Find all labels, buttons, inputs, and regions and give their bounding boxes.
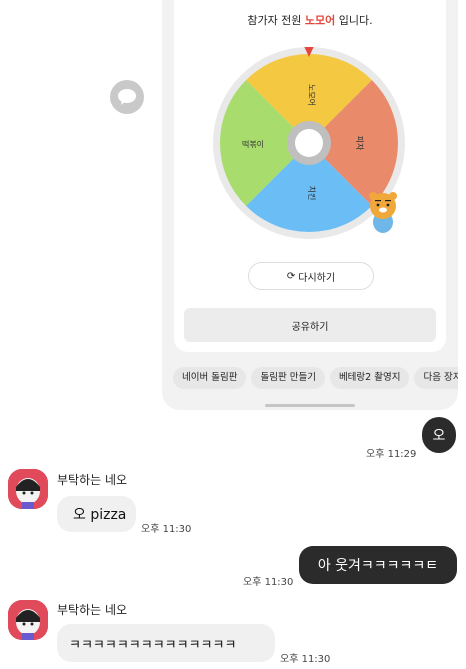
segment-label-pizza: 피자 [355,136,364,151]
segment-label-tteokbokki: 떡볶이 [242,139,264,149]
segment-label-chicken: 치킨 [307,186,317,201]
sender-name: 부탁하는 네오 [57,473,128,487]
refresh-icon: ⟳ [286,270,296,282]
neo-avatar-icon [8,600,48,640]
message-time: 오후 11:29 [366,449,417,460]
scroll-handle[interactable] [265,404,355,407]
my-message-bubble[interactable]: 아 웃겨ㅋㅋㅋㅋㅋㅌ [299,546,457,584]
segment-label-nomore: 노모어 [307,84,317,106]
message-time: 오후 11:30 [141,524,192,535]
my-message-bubble[interactable]: 오 [422,417,456,453]
chip-veteran2-location[interactable]: 베테랑2 촬영지 [329,367,410,389]
other-message-bubble[interactable]: 오 pizza [57,496,136,532]
chip-next-funeral[interactable]: 다음 장지 [414,367,458,389]
neo-avatar-icon [8,469,48,509]
message-time: 오후 11:30 [243,577,294,588]
wheel-hub [295,129,323,157]
sender-name: 부탁하는 네오 [57,603,128,617]
related-search-chips: 네이버 돌림판 돌림판 만들기 베테랑2 촬영지 다음 장지 [173,365,458,389]
chip-make-roulette[interactable]: 돌림판 만들기 [251,367,325,389]
avatar[interactable] [8,600,48,640]
roulette-result-text: 참가자 전원 노모어 입니다. [247,14,373,27]
retry-button[interactable]: ⟳ 다시하기 [248,262,374,290]
share-button[interactable]: 공유하기 [184,308,436,342]
avatar[interactable] [8,469,48,509]
result-highlight: 노모어 [304,14,336,27]
other-message-bubble[interactable]: ㅋㅋㅋㅋㅋㅋㅋㅋㅋㅋㅋㅋㅋㅋ [57,624,275,662]
ryan-character-icon [369,192,397,233]
share-chat-icon[interactable] [110,80,144,114]
message-time: 오후 11:30 [280,654,331,665]
chip-naver-roulette[interactable]: 네이버 돌림판 [173,367,247,389]
